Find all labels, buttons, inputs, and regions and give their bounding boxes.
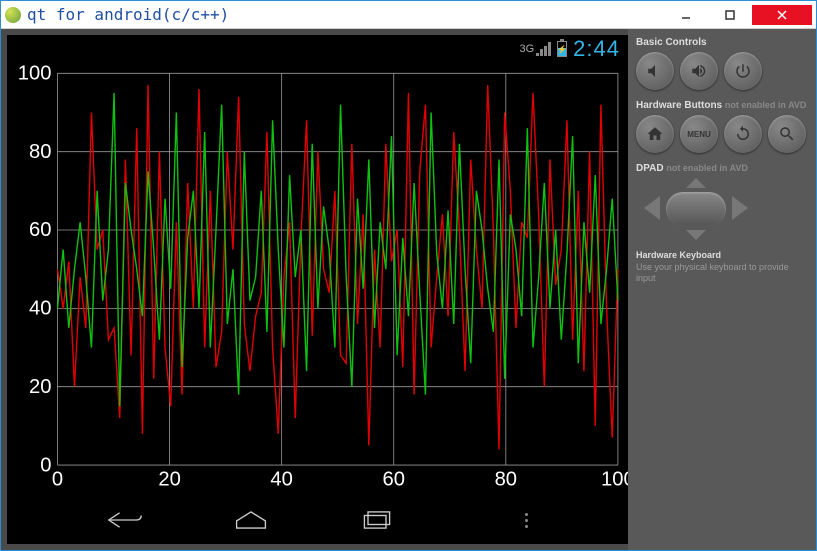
clock: 2:44 — [573, 36, 620, 62]
svg-text:100: 100 — [601, 469, 628, 491]
dpad-down[interactable] — [686, 230, 706, 240]
hw-menu-button[interactable]: MENU — [680, 115, 718, 153]
hw-home-button[interactable] — [636, 115, 674, 153]
dpad-center[interactable] — [666, 192, 726, 226]
app-icon — [5, 7, 21, 23]
svg-text:60: 60 — [383, 469, 405, 491]
power-button[interactable] — [724, 52, 762, 90]
svg-text:60: 60 — [29, 219, 51, 241]
home-button[interactable] — [233, 508, 269, 532]
volume-up-button[interactable] — [680, 52, 718, 90]
minimize-button[interactable] — [664, 5, 708, 25]
android-emulator-screen: 3G ⚡ 2:44 0 20 40 60 80 100 0 20 40 60 80 100 — [7, 35, 628, 544]
dpad-up[interactable] — [686, 178, 706, 188]
recent-button[interactable] — [359, 508, 395, 532]
keyboard-note: Hardware Keyboard Use your physical keyb… — [636, 250, 808, 285]
basic-controls-title: Basic Controls — [636, 37, 808, 48]
svg-text:0: 0 — [52, 469, 63, 491]
signal-icon — [536, 42, 551, 56]
hardware-buttons-title: Hardware Buttons not enabled in AVD — [636, 100, 808, 111]
svg-text:80: 80 — [29, 141, 51, 163]
window-title: qt for android(c/c++) — [27, 5, 229, 24]
android-navbar — [7, 496, 628, 544]
network-label: 3G — [519, 43, 534, 55]
chart-area: 0 20 40 60 80 100 0 20 40 60 80 100 — [7, 63, 628, 496]
titlebar: qt for android(c/c++) — [1, 1, 816, 29]
svg-text:20: 20 — [29, 376, 51, 398]
svg-text:0: 0 — [40, 454, 51, 476]
dpad-left[interactable] — [644, 196, 660, 220]
battery-icon: ⚡ — [557, 41, 567, 57]
dpad-title: DPAD not enabled in AVD — [636, 163, 808, 174]
hw-back-button[interactable] — [724, 115, 762, 153]
svg-text:40: 40 — [270, 469, 292, 491]
hw-search-button[interactable] — [768, 115, 806, 153]
dpad — [636, 178, 756, 240]
android-status-bar: 3G ⚡ 2:44 — [7, 35, 628, 63]
svg-text:100: 100 — [18, 63, 52, 85]
close-button[interactable] — [752, 5, 812, 25]
maximize-button[interactable] — [708, 5, 752, 25]
svg-text:80: 80 — [495, 469, 517, 491]
overflow-menu-icon[interactable] — [525, 513, 528, 528]
svg-text:40: 40 — [29, 297, 51, 319]
svg-text:20: 20 — [158, 469, 180, 491]
dpad-right[interactable] — [732, 196, 748, 220]
network-indicator: 3G — [519, 42, 551, 56]
volume-down-button[interactable] — [636, 52, 674, 90]
line-chart: 0 20 40 60 80 100 0 20 40 60 80 100 — [7, 63, 628, 496]
emulator-sidebar: Basic Controls Hardware Buttons not enab… — [628, 29, 816, 550]
back-button[interactable] — [107, 508, 143, 532]
